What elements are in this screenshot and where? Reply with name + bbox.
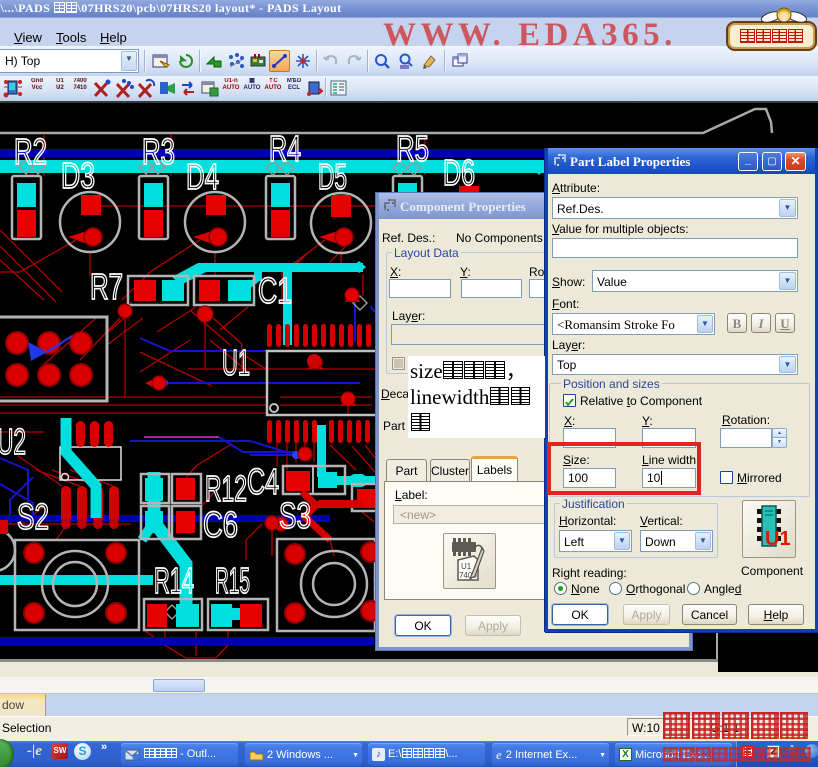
svg-text:R5: R5	[396, 128, 429, 169]
svg-text:R15: R15	[215, 560, 250, 601]
svg-text:U1: U1	[461, 562, 472, 571]
svg-text:U1: U1	[765, 528, 791, 550]
svg-text:S3: S3	[279, 495, 311, 536]
svg-text:R4: R4	[269, 128, 301, 169]
svg-text:U2: U2	[0, 421, 26, 462]
svg-text:D6: D6	[443, 152, 475, 193]
svg-text:D4: D4	[186, 156, 219, 197]
svg-text:C1: C1	[258, 270, 292, 311]
svg-text:C6: C6	[203, 504, 238, 545]
svg-text:R12: R12	[205, 468, 247, 509]
svg-text:R3: R3	[142, 131, 175, 172]
svg-text:D5: D5	[318, 156, 347, 197]
svg-text:D3: D3	[61, 155, 95, 196]
svg-text:C4: C4	[247, 461, 279, 502]
svg-text:U1: U1	[222, 342, 250, 383]
svg-text:S2: S2	[17, 496, 49, 537]
svg-text:R2: R2	[14, 131, 47, 172]
svg-text:R14: R14	[154, 560, 194, 601]
svg-text:R7: R7	[90, 266, 123, 307]
